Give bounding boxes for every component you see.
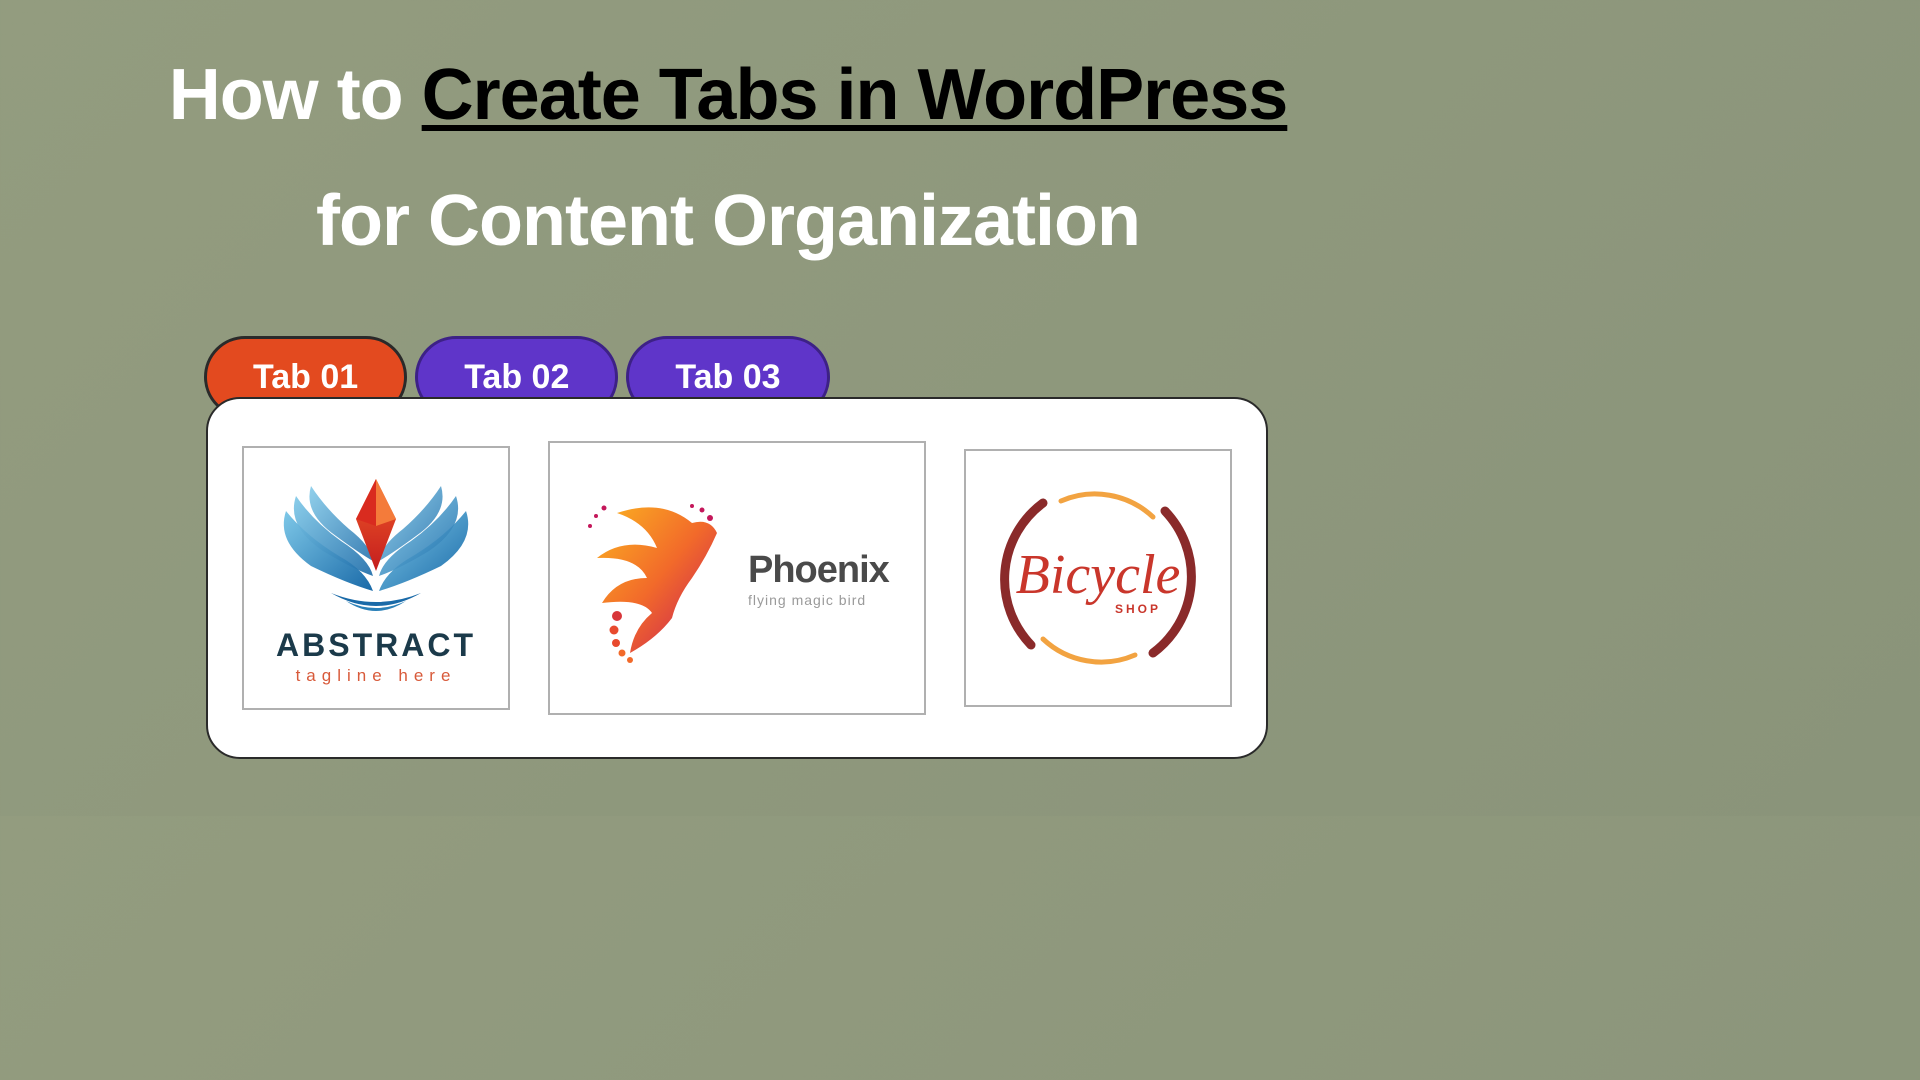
logo-card-bicycle: Bicycle SHOP: [964, 449, 1232, 707]
tab-label: Tab 01: [253, 358, 358, 397]
heading-prefix: How to: [169, 55, 422, 135]
abstract-wings-icon: [261, 471, 491, 621]
bicycle-logo-title: Bicycle: [1016, 544, 1181, 606]
phoenix-logo-tagline: flying magic bird: [748, 592, 889, 608]
logo-card-phoenix: Phoenix flying magic bird: [548, 441, 926, 715]
phoenix-bird-icon: [562, 478, 742, 678]
abstract-logo-tagline: tagline here: [296, 666, 457, 686]
tab-label: Tab 02: [464, 358, 569, 397]
tab-label: Tab 03: [675, 358, 780, 397]
heading-line2: for Content Organization: [0, 176, 1456, 266]
heading-emphasis: Create Tabs in WordPress: [422, 55, 1288, 135]
bicycle-logo-subtitle: SHOP: [1115, 602, 1161, 616]
phoenix-logo-title: Phoenix: [748, 549, 889, 592]
abstract-logo-title: ABSTRACT: [276, 627, 476, 664]
tab-content-panel: ABSTRACT tagline here: [206, 397, 1268, 759]
logo-card-abstract: ABSTRACT tagline here: [242, 446, 510, 710]
page-heading: How to Create Tabs in WordPress for Cont…: [0, 0, 1456, 266]
bicycle-shop-icon: Bicycle SHOP: [983, 463, 1213, 693]
